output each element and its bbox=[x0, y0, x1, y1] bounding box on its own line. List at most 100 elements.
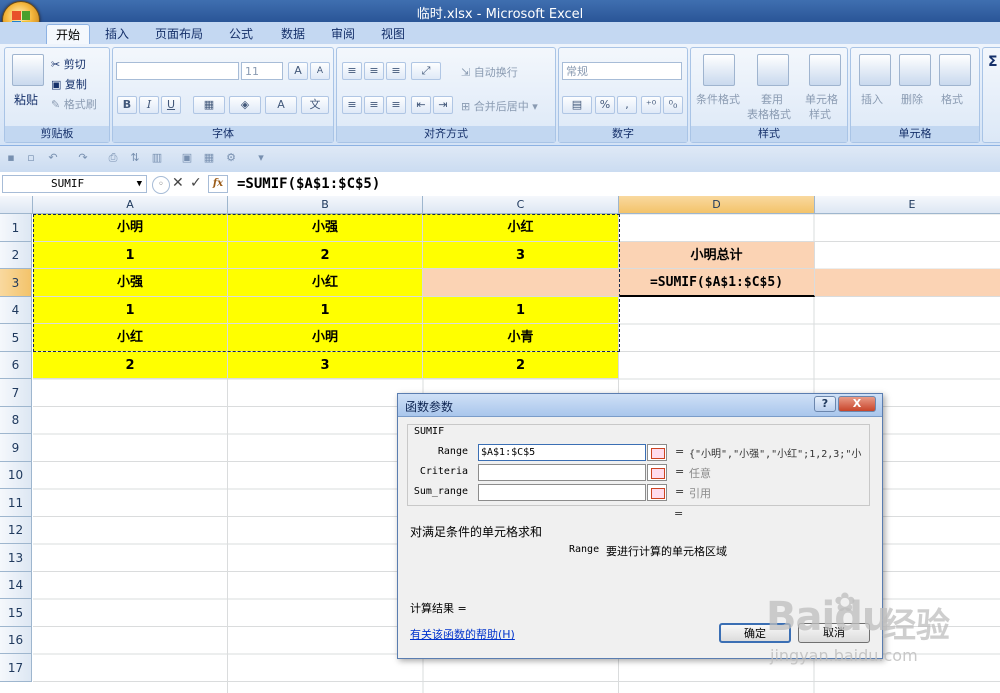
row-header-15[interactable]: 15 bbox=[0, 599, 32, 627]
delete-cells-icon[interactable] bbox=[899, 54, 931, 86]
help-icon[interactable]: ? bbox=[814, 396, 836, 412]
column-header-c[interactable]: C bbox=[423, 196, 619, 214]
cell-c5[interactable]: 小青 bbox=[423, 324, 619, 352]
cell-a5[interactable]: 小红 bbox=[33, 324, 228, 352]
row-header-12[interactable]: 12 bbox=[0, 517, 32, 544]
chevron-down-icon[interactable]: ▼ bbox=[137, 176, 142, 192]
align-left-icon[interactable]: ≡ bbox=[342, 96, 362, 114]
table-format-label-1[interactable]: 套用 bbox=[761, 91, 783, 107]
column-header-e[interactable]: E bbox=[815, 196, 1000, 214]
criteria-collapse-button[interactable] bbox=[647, 464, 667, 481]
new-icon[interactable]: ▫ bbox=[24, 151, 38, 165]
insert-function-button[interactable]: fx bbox=[208, 175, 228, 193]
cell-b4[interactable]: 1 bbox=[228, 297, 423, 324]
insert-cells-icon[interactable] bbox=[859, 54, 891, 86]
font-size-combo[interactable]: 11 bbox=[241, 62, 283, 80]
cell-b5[interactable]: 小明 bbox=[228, 324, 423, 352]
cancel-icon[interactable]: ✕ bbox=[172, 175, 184, 191]
align-top-icon[interactable]: ≡ bbox=[342, 62, 362, 80]
row-header-3[interactable]: 3 bbox=[0, 269, 32, 297]
format-cells-button[interactable]: 格式 bbox=[941, 91, 963, 107]
comma-button[interactable]: , bbox=[617, 96, 637, 114]
column-header-a[interactable]: A bbox=[33, 196, 228, 214]
row-header-8[interactable]: 8 bbox=[0, 407, 32, 434]
delete-cells-button[interactable]: 删除 bbox=[901, 91, 923, 107]
dialog-title-bar[interactable]: 函数参数 ? X bbox=[398, 394, 882, 417]
wrap-text-button[interactable]: ⇲ 自动换行 bbox=[461, 64, 518, 80]
cell-styles-label-2[interactable]: 样式 bbox=[809, 106, 831, 122]
underline-button[interactable]: U bbox=[161, 96, 181, 114]
cell-a4[interactable]: 1 bbox=[33, 297, 228, 324]
enter-icon[interactable]: ✓ bbox=[190, 175, 202, 191]
sum-range-input[interactable] bbox=[478, 484, 646, 501]
row-header-14[interactable]: 14 bbox=[0, 572, 32, 599]
align-middle-icon[interactable]: ≡ bbox=[364, 62, 384, 80]
orientation-icon[interactable]: ⤢ bbox=[411, 62, 441, 80]
range-input[interactable]: $A$1:$C$5 bbox=[478, 444, 646, 461]
row-header-1[interactable]: 1 bbox=[0, 214, 32, 242]
font-name-combo[interactable] bbox=[116, 62, 239, 80]
cell-b6[interactable]: 3 bbox=[228, 352, 423, 379]
italic-button[interactable]: I bbox=[139, 96, 159, 114]
merge-center-button[interactable]: ⊞ 合并后居中 ▾ bbox=[461, 98, 538, 114]
row-header-16[interactable]: 16 bbox=[0, 627, 32, 654]
cell-b2[interactable]: 2 bbox=[228, 242, 423, 269]
tab-home[interactable]: 开始 bbox=[46, 24, 90, 45]
row-header-10[interactable]: 10 bbox=[0, 462, 32, 489]
cell-a2[interactable]: 1 bbox=[33, 242, 228, 269]
percent-button[interactable]: % bbox=[595, 96, 615, 114]
align-bottom-icon[interactable]: ≡ bbox=[386, 62, 406, 80]
decrease-decimal-icon[interactable]: ⁰₀ bbox=[663, 96, 683, 114]
bold-button[interactable]: B bbox=[117, 96, 137, 114]
undo-icon[interactable]: ↶ bbox=[46, 151, 60, 165]
tab-data[interactable]: 数据 bbox=[272, 24, 314, 44]
cell-c6[interactable]: 2 bbox=[423, 352, 619, 379]
table-icon[interactable]: ▦ bbox=[202, 151, 216, 165]
phonetic-button[interactable]: 文 bbox=[301, 96, 329, 114]
redo-icon[interactable]: ↷ bbox=[76, 151, 90, 165]
cell-a6[interactable]: 2 bbox=[33, 352, 228, 379]
decrease-indent-icon[interactable]: ⇤ bbox=[411, 96, 431, 114]
help-link[interactable]: 有关该函数的帮助(H) bbox=[410, 626, 515, 642]
font-color-button[interactable]: A bbox=[265, 96, 297, 114]
conditional-format-button[interactable]: 条件格式 bbox=[696, 91, 740, 107]
cut-button[interactable]: ✂ 剪切 bbox=[51, 56, 86, 72]
select-all-corner[interactable] bbox=[0, 196, 33, 214]
tab-page-layout[interactable]: 页面布局 bbox=[148, 24, 210, 44]
row-header-13[interactable]: 13 bbox=[0, 544, 32, 572]
cell-a3[interactable]: 小强 bbox=[33, 269, 228, 297]
formula-input[interactable]: =SUMIF($A$1:$C$5) bbox=[237, 174, 380, 194]
border-button[interactable]: ▦ bbox=[193, 96, 225, 114]
name-box[interactable]: SUMIF ▼ bbox=[2, 175, 147, 193]
row-header-6[interactable]: 6 bbox=[0, 352, 32, 379]
row-header-9[interactable]: 9 bbox=[0, 434, 32, 462]
row-header-7[interactable]: 7 bbox=[0, 379, 32, 407]
accounting-format-icon[interactable]: ▤ bbox=[562, 96, 592, 114]
customize-qat-icon[interactable]: ▾ bbox=[254, 151, 268, 165]
column-header-b[interactable]: B bbox=[228, 196, 423, 214]
format-cells-icon[interactable] bbox=[939, 54, 971, 86]
tab-view[interactable]: 视图 bbox=[372, 24, 414, 44]
cell-b1[interactable]: 小强 bbox=[228, 214, 423, 242]
sum-range-collapse-button[interactable] bbox=[647, 484, 667, 501]
tools-icon[interactable]: ⚙ bbox=[224, 151, 238, 165]
copy-button[interactable]: ▣ 复制 bbox=[51, 76, 87, 92]
align-right-icon[interactable]: ≡ bbox=[386, 96, 406, 114]
tab-formulas[interactable]: 公式 bbox=[220, 24, 262, 44]
ok-button[interactable]: 确定 bbox=[719, 623, 791, 643]
criteria-input[interactable] bbox=[478, 464, 646, 481]
autosum-button[interactable]: Σ bbox=[988, 54, 998, 70]
cell-styles-label-1[interactable]: 单元格 bbox=[805, 91, 838, 107]
increase-indent-icon[interactable]: ⇥ bbox=[433, 96, 453, 114]
number-format-combo[interactable]: 常规 bbox=[562, 62, 682, 80]
formula-bar-toggle-icon[interactable]: ◦ bbox=[152, 176, 170, 194]
row-header-2[interactable]: 2 bbox=[0, 242, 32, 269]
fill-color-button[interactable]: ◈ bbox=[229, 96, 261, 114]
cell-a1[interactable]: 小明 bbox=[33, 214, 228, 242]
cell-e3[interactable] bbox=[815, 269, 1000, 297]
row-header-17[interactable]: 17 bbox=[0, 654, 32, 682]
table-format-icon[interactable] bbox=[757, 54, 789, 86]
cell-c2[interactable]: 3 bbox=[423, 242, 619, 269]
column-header-d[interactable]: D bbox=[619, 196, 815, 214]
row-header-11[interactable]: 11 bbox=[0, 489, 32, 517]
